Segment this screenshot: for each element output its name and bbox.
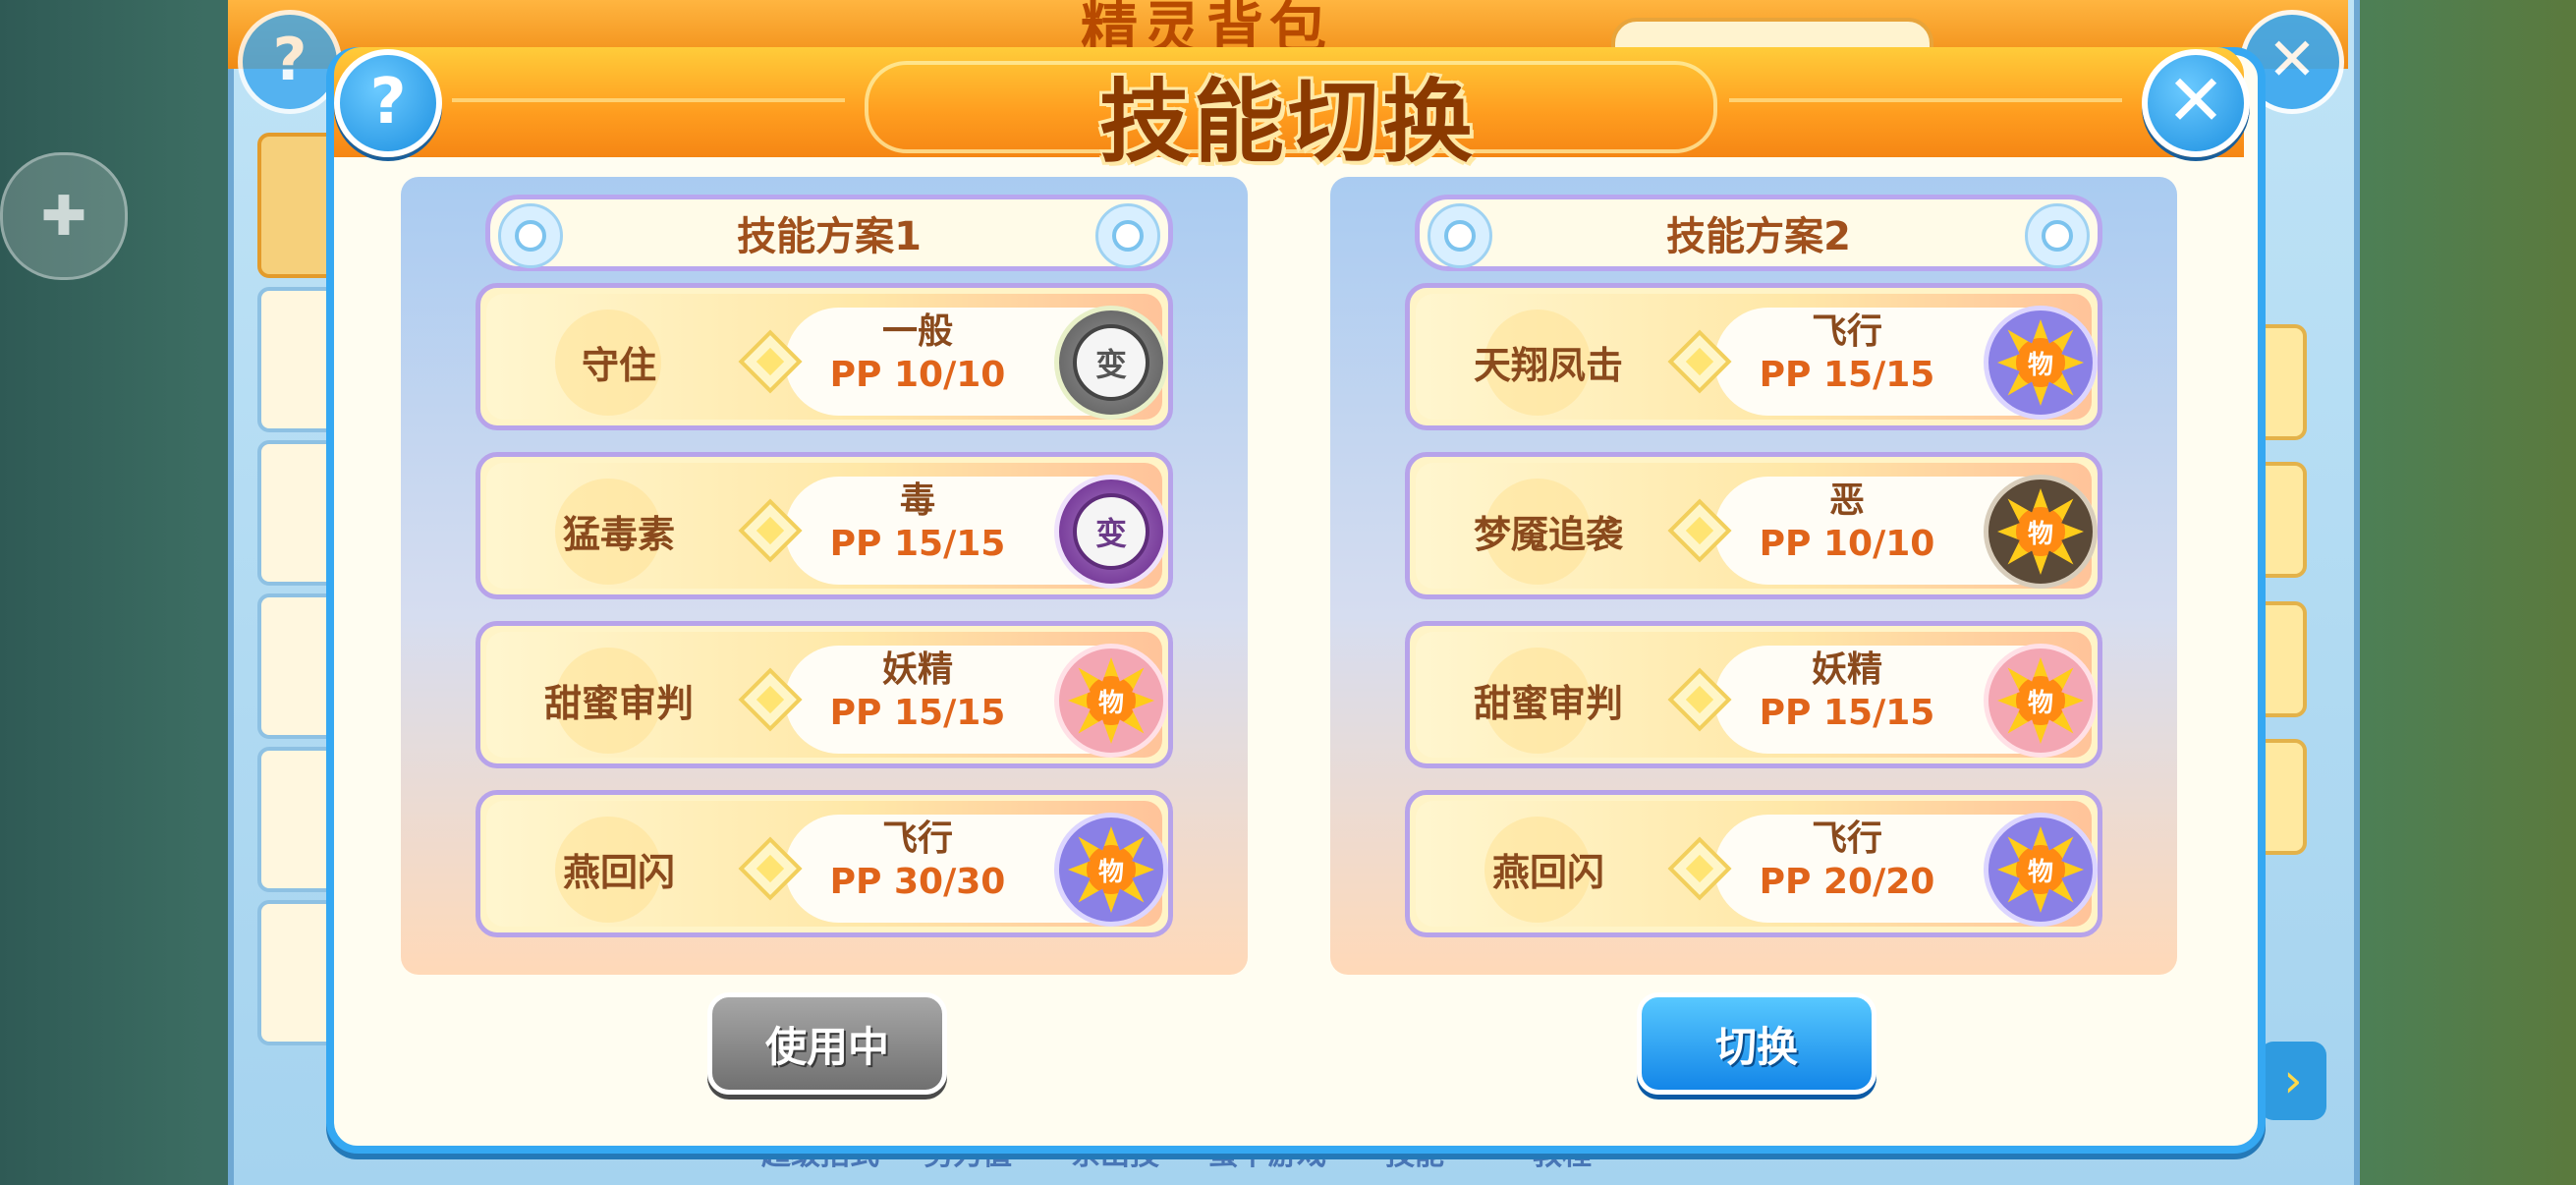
skill-pp: PP 20/20 (1759, 862, 1935, 902)
in-use-button[interactable]: 使用中 (707, 992, 947, 1095)
star-burst-icon: 物 (1997, 826, 2084, 913)
skill-type: 妖精 (881, 649, 953, 690)
triangle-emblem-icon (1095, 203, 1160, 268)
skill-type: 毒 (899, 480, 935, 521)
star-burst-icon: 物 (1068, 657, 1154, 744)
star-burst-icon: 物 (1997, 488, 2084, 575)
close-icon[interactable]: ✕ (2142, 49, 2250, 157)
skill-slot-bg: 梦魇追袭 恶 PP 10/10 物 (1416, 463, 2098, 589)
skill-name: 甜蜜审判 (543, 681, 694, 725)
skill-type: 飞行 (1811, 311, 1882, 352)
skill-slot[interactable]: 燕回闪 飞行 PP 20/20 物 (1405, 790, 2102, 937)
skill-slot-bg: 天翔凤击 飞行 PP 15/15 物 (1416, 294, 2098, 420)
badge-label: 变 (1073, 493, 1149, 570)
physical-category-icon: 物 (1984, 644, 2098, 758)
star-burst-icon: 物 (1997, 319, 2084, 406)
badge-label: 物 (2016, 845, 2065, 894)
skill-plan-2: 技能方案2 天翔凤击 飞行 PP 15/15 物 梦魇追袭 恶 PP 10/10 (1330, 177, 2177, 975)
physical-category-icon: 物 (1054, 813, 1168, 927)
triangle-emblem-icon (1428, 203, 1492, 268)
physical-category-icon: 物 (1984, 306, 2098, 420)
skill-name: 燕回闪 (562, 850, 675, 894)
skill-pp: PP 15/15 (829, 693, 1006, 733)
status-category-icon: 变 (1054, 306, 1168, 420)
skill-pp: PP 15/15 (1759, 355, 1935, 395)
skill-slot[interactable]: 燕回闪 飞行 PP 30/30 物 (476, 790, 1173, 937)
skill-name: 天翔凤击 (1473, 343, 1623, 387)
badge-label: 物 (2016, 676, 2065, 725)
help-icon[interactable]: ? (334, 49, 442, 157)
skill-name: 猛毒素 (562, 512, 675, 556)
skill-type: 妖精 (1811, 649, 1882, 690)
background-arrow-icon: › (2260, 1042, 2326, 1120)
physical-category-icon: 物 (1054, 644, 1168, 758)
skill-name: 燕回闪 (1491, 850, 1604, 894)
skill-pp: PP 15/15 (829, 524, 1006, 564)
skill-slot-bg: 猛毒素 毒 PP 15/15 变 (486, 463, 1168, 589)
skill-slot-bg: 守住 一般 PP 10/10 变 (486, 294, 1168, 420)
physical-category-icon: 物 (1984, 813, 2098, 927)
skill-type: 飞行 (1811, 818, 1882, 859)
skill-slot[interactable]: 梦魇追袭 恶 PP 10/10 物 (1405, 452, 2102, 599)
skill-type: 飞行 (881, 818, 953, 859)
badge-label: 物 (2016, 338, 2065, 387)
skill-pp: PP 10/10 (829, 355, 1006, 395)
skill-slot-bg: 甜蜜审判 妖精 PP 15/15 物 (486, 632, 1168, 758)
plan-title-bar: 技能方案1 (485, 195, 1173, 271)
badge-label: 物 (1087, 676, 1136, 725)
switch-button[interactable]: 切换 (1637, 992, 1876, 1095)
skill-name: 守住 (581, 343, 656, 387)
status-category-icon: 变 (1054, 475, 1168, 589)
physical-category-icon: 物 (1984, 475, 2098, 589)
skill-type: 恶 (1828, 480, 1865, 521)
skill-slot-bg: 燕回闪 飞行 PP 30/30 物 (486, 801, 1168, 927)
star-burst-icon: 物 (1997, 657, 2084, 744)
badge-label: 物 (1087, 845, 1136, 894)
star-burst-icon: 物 (1068, 826, 1154, 913)
plan-title: 技能方案2 (1666, 214, 1851, 259)
plan-title-bar: 技能方案2 (1415, 195, 2102, 271)
skill-slot-bg: 甜蜜审判 妖精 PP 15/15 物 (1416, 632, 2098, 758)
skill-pp: PP 10/10 (1759, 524, 1935, 564)
skill-pp: PP 15/15 (1759, 693, 1935, 733)
skill-name: 甜蜜审判 (1473, 681, 1623, 725)
badge-label: 物 (2016, 507, 2065, 556)
plan-title: 技能方案1 (737, 214, 922, 259)
skill-slot[interactable]: 猛毒素 毒 PP 15/15 变 (476, 452, 1173, 599)
skill-slot[interactable]: 甜蜜审判 妖精 PP 15/15 物 (476, 621, 1173, 768)
skill-plan-1: 技能方案1 守住 一般 PP 10/10 变 猛毒素 毒 PP 15/15 变 (401, 177, 1248, 975)
skill-slot[interactable]: 天翔凤击 飞行 PP 15/15 物 (1405, 283, 2102, 430)
skill-slot-bg: 燕回闪 飞行 PP 20/20 物 (1416, 801, 2098, 927)
triangle-emblem-icon (2025, 203, 2090, 268)
skill-slot[interactable]: 守住 一般 PP 10/10 变 (476, 283, 1173, 430)
skill-slot[interactable]: 甜蜜审判 妖精 PP 15/15 物 (1405, 621, 2102, 768)
skill-type: 一般 (881, 311, 953, 352)
badge-label: 变 (1073, 324, 1149, 401)
triangle-emblem-icon (498, 203, 563, 268)
skill-pp: PP 30/30 (829, 862, 1006, 902)
skill-name: 梦魇追袭 (1473, 512, 1623, 556)
